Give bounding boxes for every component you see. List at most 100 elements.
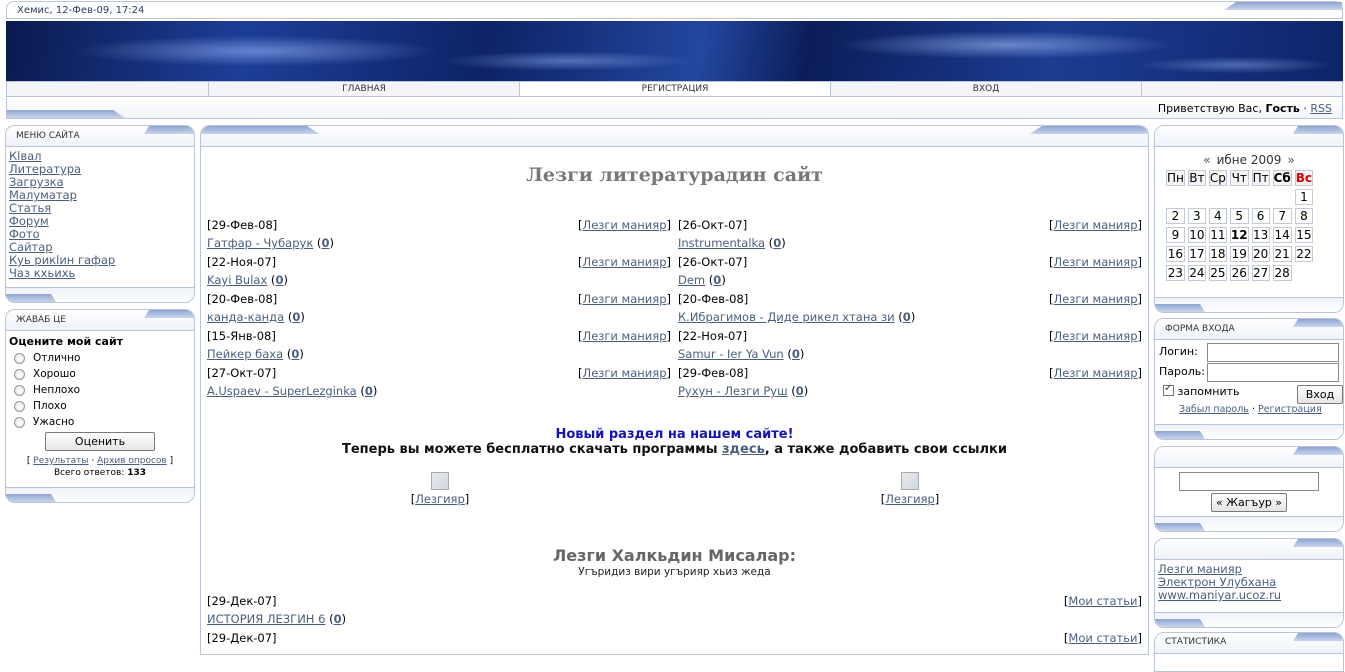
comments-count-link[interactable]: 0 (321, 236, 329, 250)
article-title-link[interactable]: ИСТОРИЯ ЛЕЗГИН 6 (207, 612, 325, 626)
entry-title-link[interactable]: Instrumentalka (678, 236, 765, 250)
entry-title-link[interactable]: К.Ибрагимов - Диде рикел хтана зи (678, 310, 895, 324)
rss-link[interactable]: RSS (1310, 102, 1332, 115)
category-link[interactable]: Мои статьи (1068, 631, 1137, 645)
poll-option[interactable]: Неплохо (9, 382, 191, 398)
promo-here-link[interactable]: здесь (722, 442, 765, 457)
radio-button[interactable] (14, 400, 25, 412)
calendar-day[interactable]: 4 (1208, 208, 1227, 224)
entry-title-link[interactable]: Dem (678, 273, 705, 287)
poll-option[interactable]: Плохо (9, 398, 191, 414)
category-link[interactable]: Лезги манияр (1054, 329, 1138, 343)
calendar-day[interactable]: 17 (1187, 246, 1206, 262)
calendar-day[interactable]: 3 (1187, 208, 1206, 224)
category-link[interactable]: Лезги манияр (583, 366, 667, 380)
nav-register[interactable]: Регистрация (519, 82, 830, 96)
entry-title-link[interactable]: Рухун - Лезги Руш (678, 384, 788, 398)
calendar-day[interactable]: 10 (1187, 227, 1206, 243)
comments-count-link[interactable]: 0 (275, 273, 283, 287)
image-caption-link[interactable]: Лезгияр (415, 492, 465, 506)
calendar-day[interactable]: 14 (1272, 227, 1292, 243)
calendar-day[interactable]: 22 (1294, 246, 1314, 262)
poll-option[interactable]: Хорошо (9, 366, 191, 382)
broken-image-icon[interactable] (901, 472, 919, 490)
comments-count-link[interactable]: 0 (291, 347, 299, 361)
category-link[interactable]: Лезги манияр (583, 292, 667, 306)
calendar-day[interactable]: 28 (1272, 265, 1292, 281)
category-link[interactable]: Лезги манияр (1054, 366, 1138, 380)
calendar-day[interactable]: 1 (1294, 189, 1314, 205)
next-month-button[interactable]: » (1287, 153, 1294, 167)
calendar-day[interactable]: 20 (1251, 246, 1270, 262)
poll-option[interactable]: Отлично (9, 350, 191, 366)
radio-button[interactable] (14, 384, 25, 396)
category-link[interactable]: Лезги манияр (583, 329, 667, 343)
radio-button[interactable] (14, 416, 25, 428)
link-maniyar-site[interactable]: www.maniyar.ucoz.ru (1158, 589, 1343, 602)
calendar-day[interactable]: 8 (1294, 208, 1314, 224)
poll-archive-link[interactable]: Архив опросов (97, 456, 167, 466)
login-submit-button[interactable]: Вход (1297, 385, 1343, 404)
comments-count-link[interactable]: 0 (334, 612, 342, 626)
calendar-day-today[interactable]: 12 (1229, 227, 1249, 243)
poll-option[interactable]: Ужасно (9, 414, 191, 430)
calendar-day[interactable]: 7 (1272, 208, 1292, 224)
radio-button[interactable] (14, 368, 25, 380)
search-input[interactable] (1179, 472, 1319, 491)
entry-title-link[interactable]: A.Uspaev - SuperLezginka (207, 384, 357, 398)
calendar-day[interactable]: 23 (1166, 265, 1185, 281)
calendar-day[interactable]: 21 (1272, 246, 1292, 262)
category-link[interactable]: Лезги манияр (1054, 218, 1138, 232)
calendar-day[interactable]: 16 (1166, 246, 1185, 262)
entry-title-link[interactable]: Samur - Ier Ya Vun (678, 347, 784, 361)
comments-count-link[interactable]: 0 (796, 384, 804, 398)
calendar-day[interactable]: 9 (1166, 227, 1185, 243)
calendar-day[interactable]: 19 (1229, 246, 1249, 262)
category-link[interactable]: Лезги манияр (583, 255, 667, 269)
calendar-day[interactable]: 2 (1166, 208, 1185, 224)
entry-date: [26-Окт-07] (678, 218, 748, 232)
entry-title-link[interactable]: Пейкер баха (207, 347, 283, 361)
calendar-day[interactable]: 18 (1208, 246, 1227, 262)
radio-button[interactable] (14, 352, 25, 364)
image-caption-link[interactable]: Лезгияр (885, 492, 935, 506)
comments-count-link[interactable]: 0 (773, 236, 781, 250)
comments-count-link[interactable]: 0 (365, 384, 373, 398)
prev-month-button[interactable]: « (1203, 153, 1210, 167)
calendar-day[interactable]: 6 (1251, 208, 1270, 224)
category-link[interactable]: Лезги манияр (583, 218, 667, 232)
comments-count-link[interactable]: 0 (903, 310, 911, 324)
menu-item-chat[interactable]: Чаз кхьихь (9, 267, 194, 280)
calendar-day[interactable]: 25 (1208, 265, 1227, 281)
category-link[interactable]: Лезги манияр (1054, 255, 1138, 269)
comments-count-link[interactable]: 0 (792, 347, 800, 361)
current-datetime: Хемис, 12-Фев-09, 17:24 (17, 5, 145, 16)
entry-title-link[interactable]: Гатфар - Чубарук (207, 236, 313, 250)
remember-checkbox[interactable] (1163, 383, 1174, 396)
login-input[interactable] (1207, 343, 1339, 362)
entry-title-link[interactable]: канда-канда (207, 310, 284, 324)
calendar-day[interactable]: 13 (1251, 227, 1270, 243)
comments-count-link[interactable]: 0 (713, 273, 721, 287)
calendar-day[interactable]: 26 (1229, 265, 1249, 281)
vote-button[interactable]: Оценить (45, 432, 155, 451)
entry-title-line: Kayi Bulax (0) (207, 273, 288, 287)
broken-image-icon[interactable] (431, 472, 449, 490)
category-link[interactable]: Лезги манияр (1054, 292, 1138, 306)
calendar-day[interactable]: 11 (1208, 227, 1227, 243)
calendar-day[interactable]: 27 (1251, 265, 1270, 281)
calendar-day[interactable]: 24 (1187, 265, 1206, 281)
calendar-day[interactable]: 15 (1294, 227, 1314, 243)
calendar-day[interactable]: 5 (1229, 208, 1249, 224)
nav-login[interactable]: Вход (830, 82, 1141, 96)
nav-home[interactable]: Главная (208, 82, 519, 96)
entry-category: [Лезги манияр] (1049, 329, 1142, 343)
forgot-password-link[interactable]: Забыл пароль (1179, 404, 1249, 415)
entry-title-link[interactable]: Kayi Bulax (207, 273, 267, 287)
category-link[interactable]: Мои статьи (1068, 594, 1137, 608)
register-link[interactable]: Регистрация (1258, 404, 1322, 415)
search-button[interactable]: « Жагъур » (1211, 493, 1287, 512)
comments-count-link[interactable]: 0 (292, 310, 300, 324)
password-input[interactable] (1207, 363, 1339, 382)
poll-results-link[interactable]: Результаты (33, 456, 88, 466)
